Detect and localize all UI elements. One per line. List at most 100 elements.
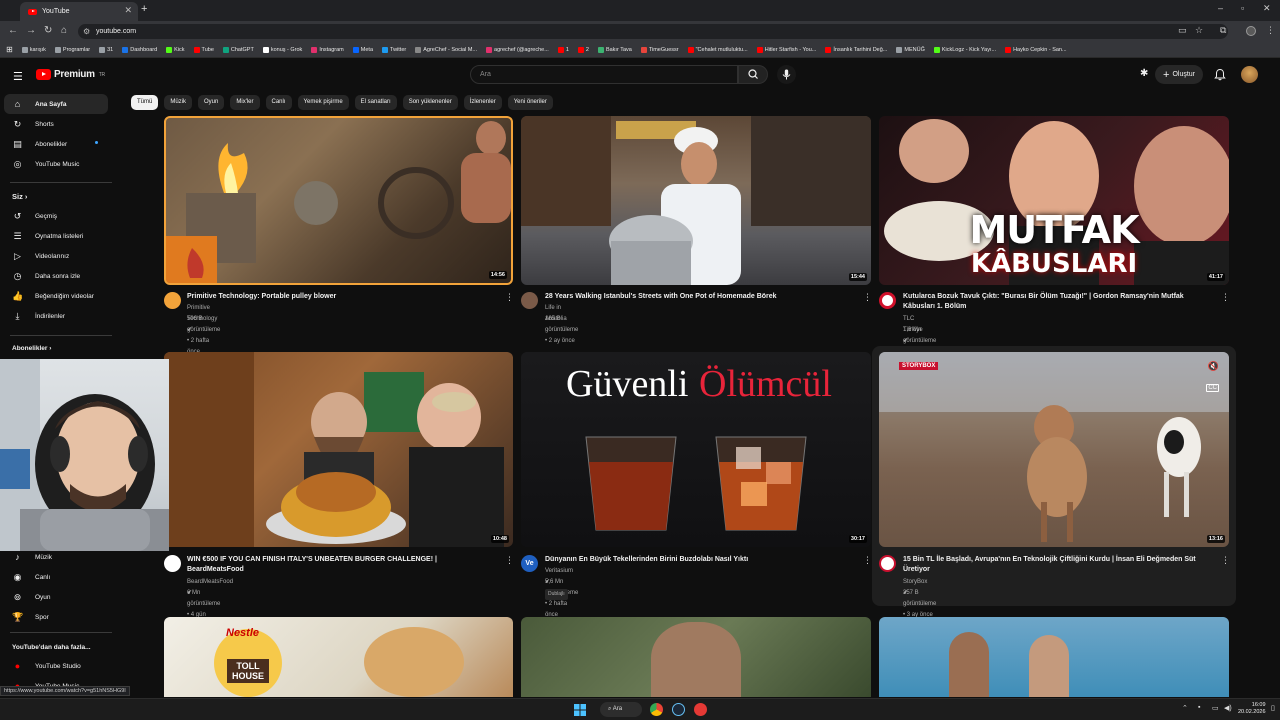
sidebar-item[interactable]: ↻ Shorts <box>4 114 108 134</box>
gemini-icon[interactable]: ✱ <box>1140 68 1148 79</box>
back-icon[interactable]: ← <box>8 25 18 36</box>
sidebar-item[interactable]: ▤ Abonelikler <box>4 134 108 154</box>
video-preview-player[interactable]: STORYBOX 🔇 CC 13:16 <box>879 352 1229 547</box>
video-thumbnail[interactable]: Güvenli Ölümcül 30:17 <box>521 352 871 547</box>
filter-chip[interactable]: El sanatları <box>354 95 397 110</box>
channel-avatar[interactable] <box>521 292 538 309</box>
bookmark-item[interactable]: Hayko Cepkin - San... <box>1005 46 1067 53</box>
apps-grid-icon[interactable]: ⊞ <box>6 45 13 54</box>
bookmark-item[interactable]: agrechef (@agreche... <box>486 46 549 53</box>
minimize-icon[interactable]: – <box>1218 3 1223 13</box>
captions-icon[interactable]: CC <box>1206 384 1219 392</box>
video-thumbnail[interactable]: 10:48 <box>164 352 513 547</box>
new-tab-icon[interactable]: + <box>141 3 147 15</box>
taskbar-clock[interactable]: 16:09 20.02.2026 <box>1238 702 1266 716</box>
bookmark-star-icon[interactable]: ☆ <box>1195 25 1203 36</box>
bookmark-item[interactable]: ChatGPT <box>222 46 254 53</box>
video-title[interactable]: WIN €500 IF YOU CAN FINISH ITALY'S UNBEA… <box>187 555 499 575</box>
more-actions-icon[interactable]: ⋮ <box>863 292 872 303</box>
more-actions-icon[interactable]: ⋮ <box>1221 292 1230 303</box>
more-actions-icon[interactable]: ⋮ <box>505 292 514 303</box>
sidebar-item[interactable]: 👍 Beğendiğim videolar <box>4 286 108 306</box>
you-section-heading[interactable]: Siz › <box>12 192 27 201</box>
sidebar-item[interactable]: ◎ YouTube Music <box>4 154 108 174</box>
sidebar-item[interactable]: ⊚ Oyun <box>4 587 108 607</box>
sidebar-item[interactable]: ⤓ İndirilenler <box>4 306 108 326</box>
app-taskbar-icon[interactable] <box>694 703 707 716</box>
channel-avatar[interactable] <box>879 292 896 309</box>
video-thumbnail[interactable] <box>879 617 1229 697</box>
more-actions-icon[interactable]: ⋮ <box>1221 555 1230 566</box>
channel-avatar[interactable] <box>879 555 896 572</box>
filter-chip[interactable]: Yemek pişirme <box>297 95 349 110</box>
sidebar-item[interactable]: ● YouTube Studio <box>4 656 108 676</box>
video-title[interactable]: 15 Bin TL İle Başladı, Avrupa'nın En Tek… <box>903 555 1217 575</box>
browser-tab[interactable]: YouTube ✕ <box>20 2 138 21</box>
bookmark-item[interactable]: TimeGuessr <box>640 46 679 53</box>
bookmark-item[interactable]: Hitler Starfish - You... <box>756 46 816 53</box>
reload-icon[interactable]: ↻ <box>44 25 52 36</box>
filter-chip[interactable]: Tümü <box>131 95 159 110</box>
bookmark-item[interactable]: Bakır Tava <box>597 46 632 53</box>
sidebar-item[interactable]: ◉ Canlı <box>4 567 108 587</box>
cast-icon[interactable]: ▭ <box>1178 25 1187 36</box>
video-thumbnail[interactable]: Nestle TOLL HOUSE <box>164 617 513 697</box>
channel-avatar[interactable] <box>164 555 181 572</box>
close-tab-icon[interactable]: ✕ <box>124 5 132 16</box>
bookmark-item[interactable]: 1 <box>557 46 569 53</box>
extensions-icon[interactable]: ⧉ <box>1220 25 1226 36</box>
taskbar-search[interactable]: ⌕ Ara <box>600 702 642 717</box>
sidebar-item[interactable]: 🏆 Spor <box>4 607 108 627</box>
bookmark-item[interactable]: karışık <box>21 46 46 53</box>
site-info-icon[interactable]: ⚙ <box>83 24 90 39</box>
chrome-taskbar-icon[interactable] <box>650 703 663 716</box>
account-avatar[interactable] <box>1241 66 1258 83</box>
close-window-icon[interactable]: ✕ <box>1263 3 1271 14</box>
tray-chevron-icon[interactable]: ⌃ <box>1182 704 1188 712</box>
more-actions-icon[interactable]: ⋮ <box>505 555 514 566</box>
filter-chip[interactable]: Mix'ler <box>230 95 260 110</box>
filter-chip[interactable]: Son yüklenenler <box>402 95 458 110</box>
video-thumbnail[interactable] <box>521 617 871 697</box>
bookmark-item[interactable]: Programlar <box>54 46 90 53</box>
filter-chip[interactable]: İzlenenler <box>463 95 502 110</box>
browser-profile-avatar[interactable] <box>1246 26 1256 36</box>
video-title[interactable]: Dünyanın En Büyük Tekellerinden Birini B… <box>545 555 855 565</box>
create-button[interactable]: + Oluştur <box>1155 65 1203 84</box>
sidebar-item[interactable]: ☰ Oynatma listeleri <box>4 226 108 246</box>
network-icon[interactable]: ▭ <box>1212 704 1219 712</box>
voice-search-button[interactable] <box>777 65 796 84</box>
menu-icon[interactable]: ☰ <box>13 70 23 83</box>
subscriptions-section-heading[interactable]: Abonelikler › <box>12 345 51 352</box>
video-title[interactable]: Primitive Technology: Portable pulley bl… <box>187 292 497 302</box>
channel-avatar[interactable]: Ve <box>521 555 538 572</box>
bookmark-item[interactable]: 2 <box>577 46 589 53</box>
bookmark-item[interactable]: Instagram <box>311 46 344 53</box>
more-actions-icon[interactable]: ⋮ <box>863 555 872 566</box>
video-thumbnail[interactable]: MUTFAK KÂBUSLARI 41:17 <box>879 116 1229 285</box>
bookmark-item[interactable]: MENÜĞ <box>896 46 925 53</box>
bookmark-item[interactable]: Dashboard <box>122 46 157 53</box>
bookmark-item[interactable]: Kick <box>166 46 185 53</box>
sidebar-item[interactable]: ⌂ Ana Sayfa <box>4 94 108 114</box>
bookmark-item[interactable]: AgreChef - Social M... <box>415 46 477 53</box>
channel-avatar[interactable] <box>164 292 181 309</box>
bookmark-item[interactable]: konuş - Grok <box>262 46 302 53</box>
video-title[interactable]: 28 Years Walking Istanbul's Streets with… <box>545 292 855 302</box>
bookmark-item[interactable]: Tube <box>193 46 214 53</box>
notifications-bell-icon[interactable] <box>1214 68 1226 81</box>
bookmark-item[interactable]: KickLogz - Kick Yayı... <box>933 46 996 53</box>
volume-icon[interactable]: ◀) <box>1224 704 1232 712</box>
video-thumbnail[interactable]: 15:44 <box>521 116 871 285</box>
bookmark-item[interactable]: Twitter <box>382 46 406 53</box>
browser-menu-icon[interactable]: ⋮ <box>1266 25 1275 36</box>
address-bar[interactable]: ⚙ youtube.com <box>78 24 1228 39</box>
filter-chip[interactable]: Canlı <box>265 95 292 110</box>
mute-icon[interactable]: 🔇 <box>1208 361 1219 372</box>
sidebar-item[interactable]: ◷ Daha sonra izle <box>4 266 108 286</box>
maximize-icon[interactable]: ▫ <box>1241 3 1244 13</box>
search-button[interactable] <box>738 65 768 84</box>
video-thumbnail[interactable]: 14:56 <box>164 116 513 285</box>
filter-chip[interactable]: Yeni öneriler <box>507 95 553 110</box>
notification-center-icon[interactable]: ▯ <box>1271 704 1275 712</box>
